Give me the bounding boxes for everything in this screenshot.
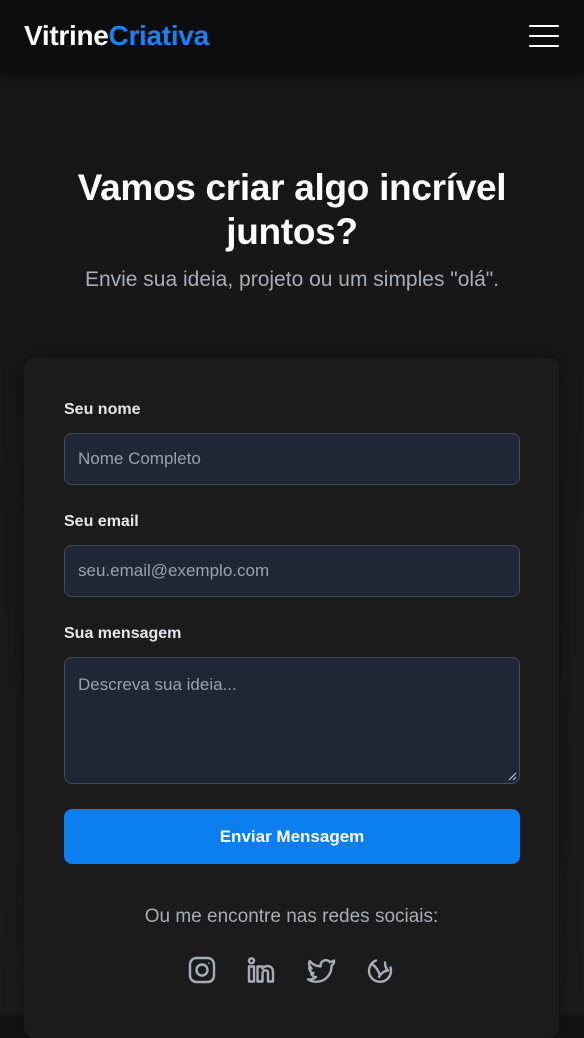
message-placeholder: Descreva sua ideia... [78,675,237,694]
menu-line [529,25,559,27]
logo-primary-text: Vitrine [24,20,109,51]
menu-line [529,35,559,37]
page-subtitle: Envie sua ideia, projeto ou um simples "… [84,268,500,291]
twitter-icon[interactable] [306,955,336,985]
email-placeholder: seu.email@exemplo.com [78,561,270,580]
logo[interactable]: VitrineCriativa [24,22,209,50]
message-textarea[interactable]: Descreva sua ideia... [64,657,520,784]
submit-button[interactable]: Enviar Mensagem [64,809,520,864]
dribbble-icon[interactable] [365,955,395,985]
name-input[interactable]: Nome Completo [64,433,520,485]
instagram-icon[interactable] [187,955,217,985]
hamburger-menu-icon[interactable] [529,25,559,47]
linkedin-icon[interactable] [246,955,276,985]
name-label: Seu nome [64,401,141,418]
logo-accent-text: Criativa [108,20,210,51]
resize-handle-icon[interactable] [508,772,517,781]
page-title: Vamos criar algo incrível juntos? [77,167,507,252]
social-caption: Ou me encontre nas redes sociais: [144,906,439,927]
menu-line [529,45,559,47]
email-label: Seu email [64,513,139,530]
message-label: Sua mensagem [64,625,182,642]
email-input[interactable]: seu.email@exemplo.com [64,545,520,597]
name-placeholder: Nome Completo [78,449,201,468]
navbar: VitrineCriativa [0,0,584,72]
